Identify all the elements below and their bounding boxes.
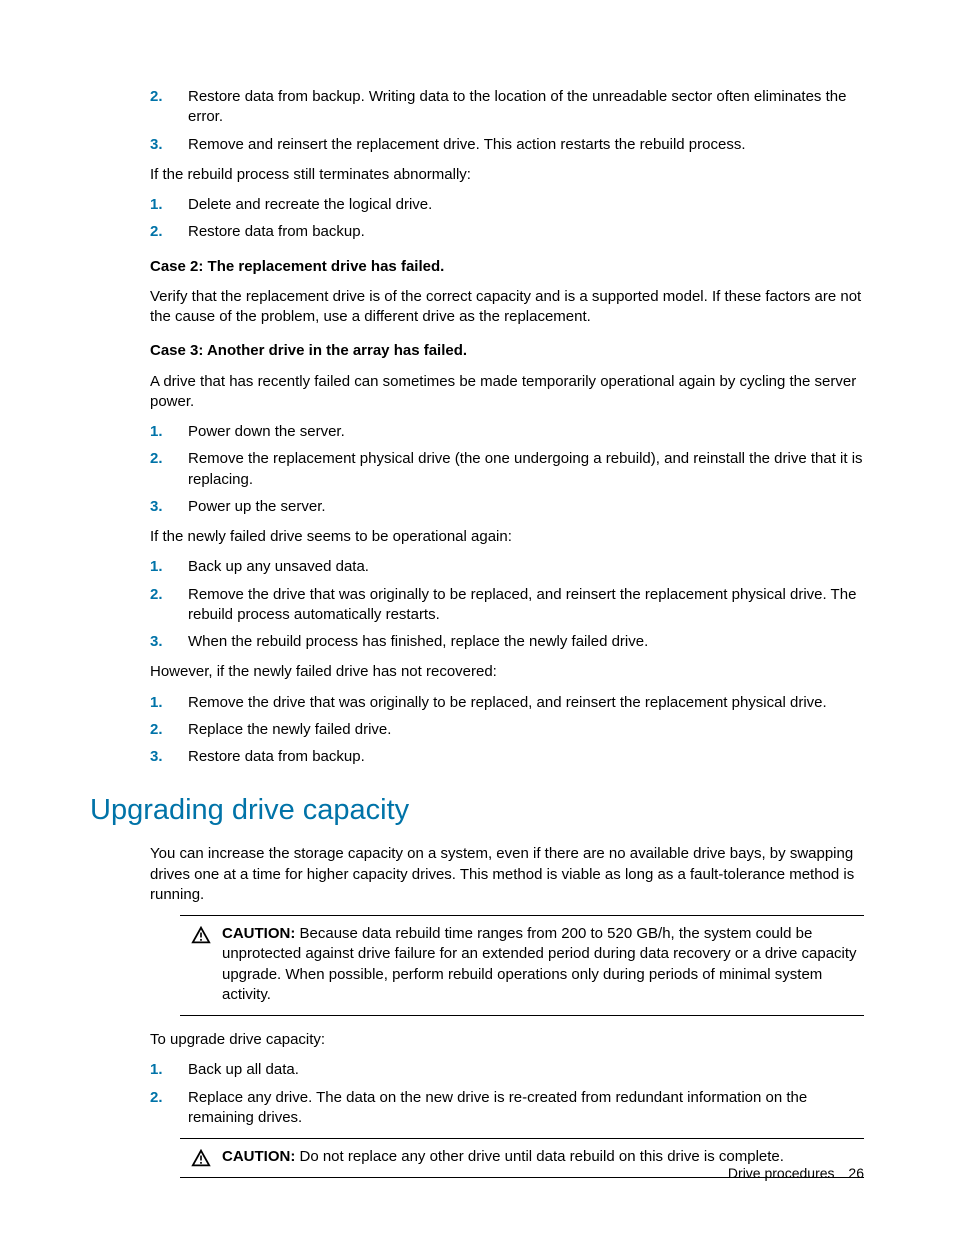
- list-item: 2.Replace the newly failed drive.: [150, 720, 864, 740]
- case-3-title: Case 3: Another drive in the array has f…: [150, 341, 864, 361]
- ordered-list-b: 1.Delete and recreate the logical drive.…: [150, 195, 864, 243]
- list-number: 3.: [150, 135, 188, 155]
- list-text: Replace the newly failed drive.: [188, 720, 864, 740]
- list-text: Restore data from backup.: [188, 747, 864, 767]
- list-item: 1.Power down the server.: [150, 422, 864, 442]
- case-3-body: A drive that has recently failed can som…: [150, 372, 864, 413]
- list-item: 1.Back up all data.: [150, 1060, 864, 1080]
- list-number: 2.: [150, 87, 188, 107]
- list-text: Back up all data.: [188, 1060, 864, 1080]
- list-item: 3.Restore data from backup.: [150, 747, 864, 767]
- list-item: 1.Remove the drive that was originally t…: [150, 693, 864, 713]
- upgrade-intro: You can increase the storage capacity on…: [150, 844, 864, 905]
- caution-icon: [180, 1147, 222, 1167]
- upgrade-section: You can increase the storage capacity on…: [150, 844, 864, 1178]
- list-number: 3.: [150, 747, 188, 767]
- case-2-body: Verify that the replacement drive is of …: [150, 287, 864, 328]
- ordered-list-c: 1.Power down the server. 2.Remove the re…: [150, 422, 864, 517]
- list-number: 1.: [150, 195, 188, 215]
- caution-callout-1: CAUTION: Because data rebuild time range…: [180, 915, 864, 1016]
- upgrade-lead: To upgrade drive capacity:: [150, 1030, 864, 1050]
- list-text: Remove the drive that was originally to …: [188, 693, 864, 713]
- list-text: Remove and reinsert the replacement driv…: [188, 135, 864, 155]
- list-text: When the rebuild process has finished, r…: [188, 632, 864, 652]
- list-item: 2.Replace any drive. The data on the new…: [150, 1088, 864, 1129]
- list-number: 2.: [150, 1088, 188, 1108]
- list-number: 3.: [150, 497, 188, 517]
- list-number: 2.: [150, 449, 188, 469]
- list-number: 1.: [150, 422, 188, 442]
- caution-label: CAUTION:: [222, 1148, 295, 1165]
- list-text: Restore data from backup.: [188, 222, 864, 242]
- page-footer: Drive procedures 26: [728, 1164, 864, 1183]
- list-item: 3.Remove and reinsert the replacement dr…: [150, 135, 864, 155]
- caution-text: CAUTION: Because data rebuild time range…: [222, 924, 864, 1005]
- list-number: 2.: [150, 222, 188, 242]
- list-text: Back up any unsaved data.: [188, 557, 864, 577]
- list-text: Delete and recreate the logical drive.: [188, 195, 864, 215]
- list-text: Power up the server.: [188, 497, 864, 517]
- ordered-list-d: 1.Back up any unsaved data. 2.Remove the…: [150, 557, 864, 652]
- list-item: 3.When the rebuild process has finished,…: [150, 632, 864, 652]
- footer-section-label: Drive procedures: [728, 1165, 835, 1181]
- caution-body: Do not replace any other drive until dat…: [300, 1148, 784, 1165]
- list-number: 2.: [150, 720, 188, 740]
- case-2-title: Case 2: The replacement drive has failed…: [150, 257, 864, 277]
- list-text: Power down the server.: [188, 422, 864, 442]
- list-text: Restore data from backup. Writing data t…: [188, 87, 864, 128]
- ordered-list-f: 1.Back up all data. 2.Replace any drive.…: [150, 1060, 864, 1128]
- page: 2.Restore data from backup. Writing data…: [0, 0, 954, 1252]
- ordered-list-a: 2.Restore data from backup. Writing data…: [150, 87, 864, 155]
- paragraph: If the rebuild process still terminates …: [150, 165, 864, 185]
- list-item: 1.Back up any unsaved data.: [150, 557, 864, 577]
- list-number: 2.: [150, 585, 188, 605]
- caution-icon: [180, 924, 222, 944]
- list-text: Replace any drive. The data on the new d…: [188, 1088, 864, 1129]
- caution-label: CAUTION:: [222, 925, 295, 942]
- list-item: 3.Power up the server.: [150, 497, 864, 517]
- paragraph: However, if the newly failed drive has n…: [150, 662, 864, 682]
- list-item: 2.Remove the drive that was originally t…: [150, 585, 864, 626]
- list-item: 2.Restore data from backup.: [150, 222, 864, 242]
- list-item: 2.Remove the replacement physical drive …: [150, 449, 864, 490]
- section-heading: Upgrading drive capacity: [90, 791, 864, 830]
- footer-page-number: 26: [848, 1165, 864, 1181]
- paragraph: If the newly failed drive seems to be op…: [150, 527, 864, 547]
- list-text: Remove the replacement physical drive (t…: [188, 449, 864, 490]
- caution-body: Because data rebuild time ranges from 20…: [222, 925, 857, 1003]
- list-number: 3.: [150, 632, 188, 652]
- main-content: 2.Restore data from backup. Writing data…: [150, 87, 864, 767]
- list-item: 1.Delete and recreate the logical drive.: [150, 195, 864, 215]
- list-number: 1.: [150, 1060, 188, 1080]
- list-number: 1.: [150, 693, 188, 713]
- ordered-list-e: 1.Remove the drive that was originally t…: [150, 693, 864, 768]
- list-item: 2.Restore data from backup. Writing data…: [150, 87, 864, 128]
- list-number: 1.: [150, 557, 188, 577]
- list-text: Remove the drive that was originally to …: [188, 585, 864, 626]
